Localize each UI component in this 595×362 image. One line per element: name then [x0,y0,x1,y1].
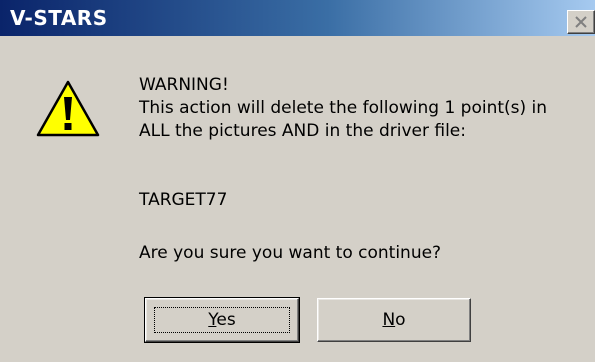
no-label: No [382,310,406,330]
window-title: V-STARS [10,6,108,30]
focus-rectangle [154,307,290,333]
warning-heading: WARNING! [139,75,229,95]
warning-icon [36,80,100,137]
close-button[interactable] [567,10,595,34]
no-button[interactable]: No [317,298,471,342]
message-line: This action will delete the following 1 … [139,98,548,118]
message-line: ALL the pictures AND in the driver file: [139,121,466,141]
yes-button[interactable]: Yes [144,297,300,343]
message-text: WARNING! This action will delete the fol… [139,74,547,143]
close-icon [575,16,587,28]
target-name: TARGET77 [139,190,228,210]
title-bar[interactable]: V-STARS [0,0,595,36]
confirm-question: Are you sure you want to continue? [139,243,442,263]
warning-dialog: V-STARS WARNING! This action will delete… [0,0,595,362]
